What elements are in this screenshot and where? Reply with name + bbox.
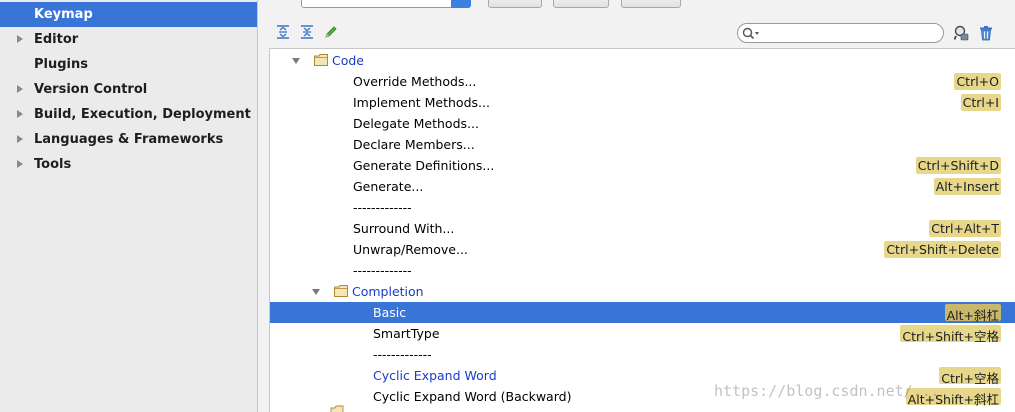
folder-icon [334,285,348,297]
shortcut-badge: Alt+斜杠 [944,304,1001,323]
expand-arrow-icon[interactable] [17,160,23,168]
shortcut-badge: Alt+Insert [933,178,1001,195]
action-label: Delegate Methods... [353,116,479,131]
action-label: Declare Members... [353,137,475,152]
collapse-arrow-icon[interactable] [312,289,320,295]
sidebar-item-label: Tools [34,157,72,172]
keymap-actions-tree[interactable]: Code Override Methods... Ctrl+O Implement M… [269,48,1015,412]
tree-action-row[interactable]: Surround With... Ctrl+Alt+T [270,218,1015,239]
shortcut-badge: Ctrl+I [960,94,1001,111]
shortcut-badge: Ctrl+O [954,73,1001,90]
folder-icon [314,54,328,66]
watermark-text: https://blog.csdn.net/... [714,382,940,400]
tree-action-row[interactable]: Unwrap/Remove... Ctrl+Shift+Delete [270,239,1015,260]
tree-action-row[interactable]: Generate... Alt+Insert [270,176,1015,197]
action-label: Override Methods... [353,74,477,89]
action-label: ------------- [373,347,432,362]
expand-arrow-icon[interactable] [17,110,23,118]
action-label: Cyclic Expand Word (Backward) [373,389,572,404]
sidebar-item-label: Plugins [34,57,88,72]
expand-arrow-icon[interactable] [17,85,23,93]
collapse-arrow-icon[interactable] [292,58,300,64]
search-icon[interactable] [742,27,762,40]
search-input[interactable] [764,26,934,40]
settings-sidebar: Keymap Editor Plugins Version Control Build,… [0,0,258,412]
sidebar-item-label: Editor [34,32,79,47]
sidebar-item-editor[interactable]: Editor [0,27,257,52]
folder-label: Code [332,53,365,68]
tree-separator-row[interactable]: ------------- [270,344,1015,365]
expand-arrow-icon[interactable] [17,35,23,43]
keymap-combo[interactable] [301,0,471,8]
sidebar-item-version-control[interactable]: Version Control [0,77,257,102]
shortcut-badge: Ctrl+Shift+D [915,157,1001,174]
action-label: ------------- [353,200,412,215]
sidebar-item-label: Languages & Frameworks [34,132,224,147]
action-label: Implement Methods... [353,95,490,110]
tree-separator-row[interactable]: ------------- [270,260,1015,281]
keymap-header [259,0,1015,48]
expand-all-icon[interactable] [275,24,291,40]
delete-keymap-button[interactable] [621,0,681,8]
expand-arrow-icon[interactable] [17,135,23,143]
sidebar-item-label: Keymap [34,7,93,22]
action-label: Generate Definitions... [353,158,495,173]
tree-action-row[interactable]: Delegate Methods... [270,113,1015,134]
sidebar-item-keymap[interactable]: Keymap [0,2,257,27]
tree-action-row[interactable]: SmartType Ctrl+Shift+空格 [270,323,1015,344]
shortcut-badge: Ctrl+空格 [939,367,1001,386]
tree-action-row[interactable]: Basic Alt+斜杠 [270,302,1015,323]
pencil-icon[interactable] [323,24,339,40]
shortcut-badge: Ctrl+Alt+T [929,220,1001,237]
action-label: Unwrap/Remove... [353,242,468,257]
tree-folder-row[interactable]: Completion [270,281,1015,302]
shortcut-badge: Ctrl+Shift+Delete [884,241,1001,258]
folder-label: Completion [352,284,424,299]
tree-action-row[interactable]: Declare Members... [270,134,1015,155]
sidebar-item-label: Build, Execution, Deployment [34,107,251,122]
action-label: Basic [373,305,407,320]
collapse-all-icon[interactable] [299,24,315,40]
tree-action-row[interactable]: Implement Methods... Ctrl+I [270,92,1015,113]
combo-dropdown-arrow[interactable] [451,0,471,8]
reset-button[interactable] [553,0,609,8]
copy-button[interactable] [488,0,542,8]
search-field[interactable] [737,23,944,43]
action-label: Surround With... [353,221,455,236]
sidebar-item-label: Version Control [34,82,148,97]
find-shortcut-icon[interactable] [953,25,969,41]
shortcut-badge: Ctrl+Shift+空格 [900,325,1001,344]
action-label: SmartType [373,326,440,341]
action-label: Cyclic Expand Word [373,368,497,383]
sidebar-item-languages-frameworks[interactable]: Languages & Frameworks [0,127,257,152]
tree-action-row[interactable]: Generate Definitions... Ctrl+Shift+D [270,155,1015,176]
trash-icon[interactable] [978,25,994,41]
tree-separator-row[interactable]: ------------- [270,197,1015,218]
tree-action-row[interactable]: Override Methods... Ctrl+O [270,71,1015,92]
action-label: Generate... [353,179,424,194]
action-label: ------------- [353,263,412,278]
next-folder-stub [330,405,344,412]
tree-folder-row[interactable]: Code [270,50,1015,71]
sidebar-item-plugins[interactable]: Plugins [0,52,257,77]
sidebar-item-tools[interactable]: Tools [0,152,257,177]
sidebar-item-build-execution-deployment[interactable]: Build, Execution, Deployment [0,102,257,127]
